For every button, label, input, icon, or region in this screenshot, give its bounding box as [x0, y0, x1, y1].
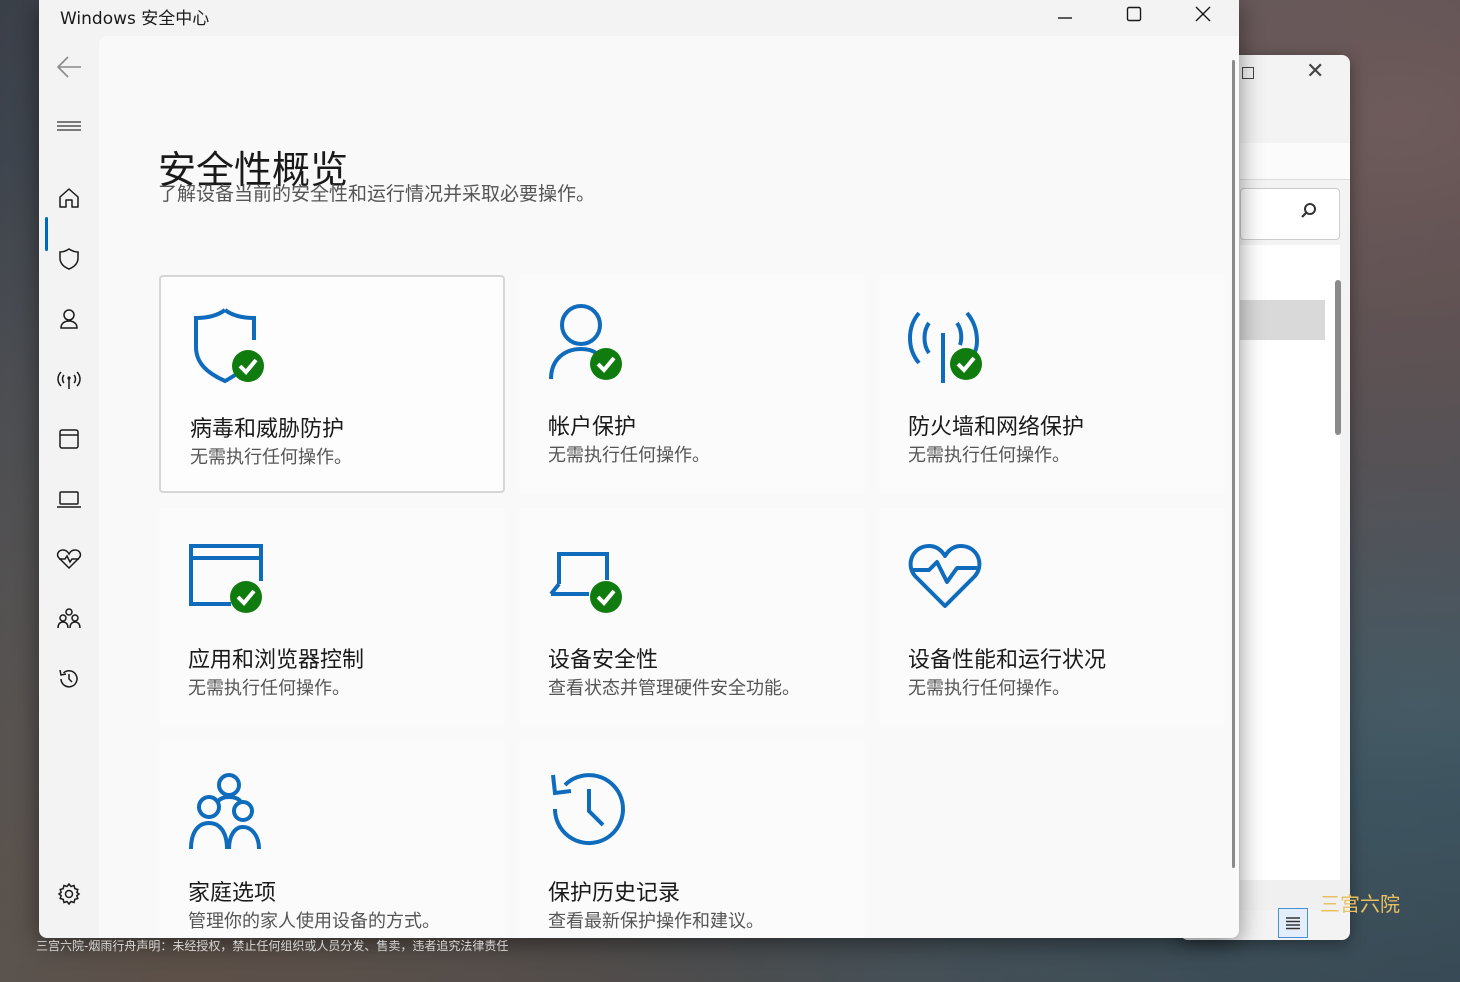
card-family-options[interactable]: 家庭选项 管理你的家人使用设备的方式。 — [159, 741, 505, 938]
background-address-bar — [1240, 143, 1350, 180]
title-bar: Windows 安全中心 — [39, 0, 1239, 36]
windows-security-window: Windows 安全中心 安全性概览 了解设备当前的安全性和运行情况并采取必要操… — [39, 0, 1239, 938]
card-description: 无需执行任何操作。 — [548, 445, 710, 466]
back-button[interactable] — [47, 45, 91, 89]
card-description: 查看状态并管理硬件安全功能。 — [548, 678, 800, 699]
search-icon[interactable] — [1300, 201, 1318, 225]
card-title: 设备性能和运行状况 — [908, 648, 1107, 673]
minimize-icon — [1058, 17, 1072, 19]
home-icon — [59, 188, 79, 208]
maximize-icon — [1126, 6, 1142, 22]
nav-item-device-health[interactable] — [47, 537, 91, 581]
nav-item-firewall[interactable] — [47, 357, 91, 401]
laptop-icon — [57, 491, 81, 508]
nav-item-protection-history[interactable] — [47, 657, 91, 701]
window-title: Windows 安全中心 — [60, 9, 210, 29]
nav-item-app-browser[interactable] — [47, 417, 91, 461]
card-title: 应用和浏览器控制 — [188, 648, 365, 673]
content-scrollbar[interactable] — [1232, 60, 1235, 868]
card-device-security[interactable]: 设备安全性 查看状态并管理硬件安全功能。 — [519, 508, 865, 726]
browser-window-icon — [59, 429, 79, 449]
watermark-logo: 三宫六院 — [1320, 892, 1400, 916]
shield-icon — [59, 248, 79, 270]
nav-item-device-security[interactable] — [47, 477, 91, 521]
family-icon — [189, 773, 261, 850]
close-icon — [1195, 6, 1211, 22]
maximize-button[interactable] — [1100, 0, 1168, 28]
card-title: 防火墙和网络保护 — [908, 415, 1085, 440]
details-view-icon[interactable] — [1278, 908, 1308, 938]
watermark-text: 三宫六院-烟雨行舟声明：未经授权，禁止任何组织或人员分发、售卖，违者追究法律责任 — [36, 939, 509, 953]
card-title: 病毒和威胁防护 — [190, 417, 345, 442]
gear-icon — [57, 882, 81, 906]
card-description: 管理你的家人使用设备的方式。 — [188, 911, 440, 932]
card-firewall-network-protection[interactable]: 防火墙和网络保护 无需执行任何操作。 — [879, 275, 1225, 493]
browser-window-check-icon — [189, 544, 263, 613]
nav-item-settings[interactable] — [47, 872, 91, 916]
card-description: 无需执行任何操作。 — [908, 678, 1070, 699]
heart-pulse-icon — [56, 549, 82, 570]
card-protection-history[interactable]: 保护历史记录 查看最新保护操作和建议。 — [519, 741, 865, 938]
card-virus-threat-protection[interactable]: 病毒和威胁防护 无需执行任何操作。 — [159, 275, 505, 493]
background-selected-row[interactable] — [1240, 300, 1325, 340]
family-icon — [57, 608, 81, 629]
card-title: 设备安全性 — [548, 648, 659, 673]
card-description: 无需执行任何操作。 — [908, 445, 1070, 466]
background-close-icon[interactable]: ✕ — [1306, 59, 1324, 84]
card-description: 查看最新保护操作和建议。 — [548, 911, 764, 932]
main-content: 安全性概览 了解设备当前的安全性和运行情况并采取必要操作。 病毒和威胁防护 无需… — [99, 36, 1239, 938]
card-account-protection[interactable]: 帐户保护 无需执行任何操作。 — [519, 275, 865, 493]
close-button[interactable] — [1169, 0, 1237, 28]
history-icon — [59, 669, 78, 688]
background-scrollbar[interactable] — [1335, 280, 1341, 435]
history-clock-icon — [551, 773, 625, 846]
shield-check-icon — [194, 308, 264, 384]
menu-button[interactable] — [47, 104, 91, 148]
card-app-browser-control[interactable]: 应用和浏览器控制 无需执行任何操作。 — [159, 508, 505, 726]
navigation-rail — [39, 36, 99, 938]
nav-item-family-options[interactable] — [47, 597, 91, 641]
nav-item-home[interactable] — [47, 176, 91, 220]
nav-item-virus-protection[interactable] — [47, 237, 91, 281]
card-title: 帐户保护 — [548, 415, 637, 440]
card-description: 无需执行任何操作。 — [188, 678, 350, 699]
laptop-check-icon — [549, 552, 622, 613]
page-subtitle: 了解设备当前的安全性和运行情况并采取必要操作。 — [158, 183, 596, 205]
minimize-button[interactable] — [1031, 0, 1099, 28]
card-title: 家庭选项 — [188, 881, 277, 906]
person-check-icon — [549, 304, 622, 380]
background-maximize-icon[interactable] — [1242, 67, 1254, 79]
antenna-icon — [57, 371, 81, 389]
person-icon — [60, 309, 78, 329]
card-title: 保护历史记录 — [548, 881, 681, 906]
background-file-list — [1240, 245, 1340, 895]
nav-item-account-protection[interactable] — [47, 297, 91, 341]
card-description: 无需执行任何操作。 — [190, 447, 352, 468]
back-arrow-icon — [56, 56, 81, 78]
card-device-performance-health[interactable]: 设备性能和运行状况 无需执行任何操作。 — [879, 508, 1225, 726]
hamburger-menu-icon — [57, 121, 81, 131]
antenna-check-icon — [908, 311, 982, 383]
background-search-box[interactable] — [1240, 188, 1340, 240]
heart-pulse-icon — [908, 544, 982, 608]
